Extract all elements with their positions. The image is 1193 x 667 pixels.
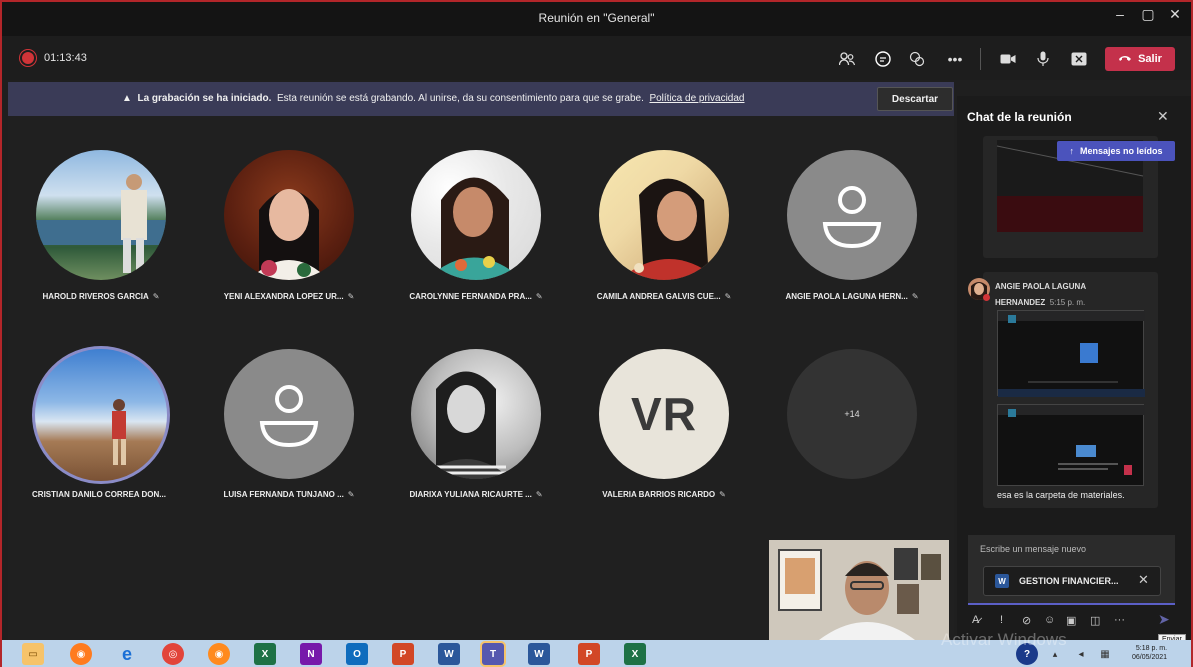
window-frame: [0, 0, 1193, 667]
